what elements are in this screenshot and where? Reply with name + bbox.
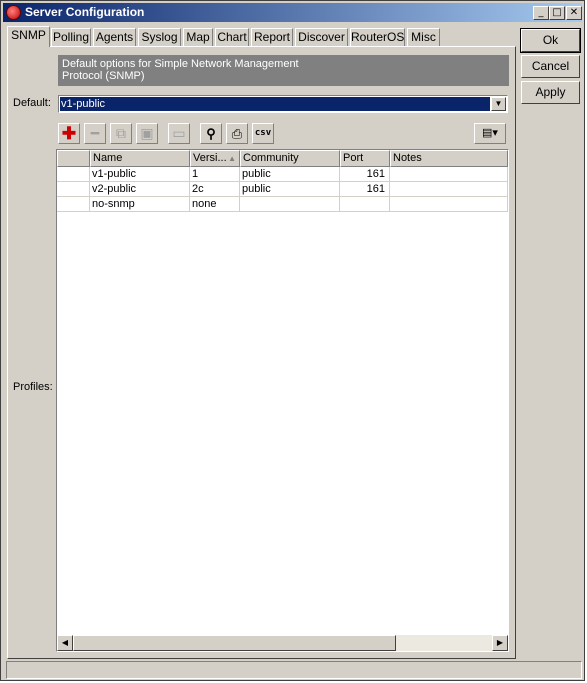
default-label: Default:	[13, 97, 51, 109]
version-cell[interactable]: 2c	[190, 182, 240, 197]
column-header-version[interactable]: Versi... ▲	[190, 150, 240, 167]
default-profile-value: v1-public	[60, 97, 490, 111]
port-cell[interactable]	[340, 197, 390, 212]
title-bar[interactable]: Server Configuration _ □ ✕	[3, 3, 582, 22]
tab-map[interactable]: Map	[183, 28, 213, 47]
scroll-right-icon[interactable]: ▶	[492, 635, 508, 651]
csv-export-button[interactable]: csv	[252, 123, 274, 144]
profiles-label: Profiles:	[13, 381, 53, 393]
close-button[interactable]: ✕	[566, 6, 582, 20]
row-selector-cell[interactable]	[57, 182, 90, 197]
find-binoculars-icon[interactable]: ⚲	[200, 123, 222, 144]
community-cell[interactable]: public	[240, 167, 340, 182]
remove-icon[interactable]: ━	[84, 123, 106, 144]
port-cell[interactable]: 161	[340, 167, 390, 182]
edit-comment-icon[interactable]: ▭	[168, 123, 190, 144]
column-header-notes[interactable]: Notes	[390, 150, 508, 167]
status-bar	[6, 661, 582, 679]
column-chooser-icon[interactable]: ▤▾	[474, 123, 506, 144]
version-cell[interactable]: none	[190, 197, 240, 212]
table-row[interactable]: v1-public 1 public 161	[57, 167, 508, 182]
tab-discover[interactable]: Discover	[295, 28, 348, 47]
name-cell[interactable]: v1-public	[90, 167, 190, 182]
tab-misc[interactable]: Misc	[407, 28, 440, 47]
version-header-text: Versi...	[193, 152, 227, 164]
paste-icon[interactable]: ▣	[136, 123, 158, 144]
column-header-port[interactable]: Port	[340, 150, 390, 167]
community-cell[interactable]: public	[240, 182, 340, 197]
scroll-left-icon[interactable]: ◀	[57, 635, 73, 651]
chevron-down-icon[interactable]: ▼	[491, 97, 506, 111]
cancel-button[interactable]: Cancel	[521, 55, 580, 78]
notes-cell[interactable]	[390, 197, 508, 212]
column-header-selector[interactable]	[57, 150, 90, 167]
add-icon[interactable]: ✚	[58, 123, 80, 144]
tab-report[interactable]: Report	[251, 28, 293, 47]
tab-snmp[interactable]: SNMP	[7, 26, 50, 47]
profiles-table: Name Versi... ▲ Community Port Notes v1-p…	[56, 149, 509, 652]
apply-button[interactable]: Apply	[521, 81, 580, 104]
column-header-name[interactable]: Name	[90, 150, 190, 167]
name-cell[interactable]: no-snmp	[90, 197, 190, 212]
row-selector-cell[interactable]	[57, 197, 90, 212]
description-banner: Default options for Simple Network Manag…	[58, 55, 509, 86]
tab-syslog[interactable]: Syslog	[138, 28, 181, 47]
port-cell[interactable]: 161	[340, 182, 390, 197]
notes-cell[interactable]	[390, 182, 508, 197]
tab-agents[interactable]: Agents	[93, 28, 136, 47]
tab-chart[interactable]: Chart	[215, 28, 249, 47]
column-header-community[interactable]: Community	[240, 150, 340, 167]
banner-line-1: Default options for Simple Network Manag…	[62, 58, 299, 70]
community-cell[interactable]	[240, 197, 340, 212]
server-configuration-window: Server Configuration _ □ ✕ SNMP Polling …	[0, 0, 585, 681]
row-selector-cell[interactable]	[57, 167, 90, 182]
maximize-button[interactable]: □	[549, 6, 565, 20]
app-icon	[6, 5, 21, 20]
copy-icon[interactable]: ⧉	[110, 123, 132, 144]
table-row[interactable]: no-snmp none	[57, 197, 508, 212]
default-profile-select[interactable]: v1-public ▼	[58, 95, 508, 113]
print-icon[interactable]: ⎙	[226, 123, 248, 144]
snmp-panel: Default options for Simple Network Manag…	[7, 46, 516, 659]
table-row[interactable]: v2-public 2c public 161	[57, 182, 508, 197]
tab-polling[interactable]: Polling	[51, 28, 91, 47]
banner-line-2: Protocol (SNMP)	[62, 70, 145, 82]
name-cell[interactable]: v2-public	[90, 182, 190, 197]
minimize-button[interactable]: _	[533, 6, 549, 20]
ok-button[interactable]: Ok	[520, 28, 581, 53]
scrollbar-thumb[interactable]	[73, 635, 396, 651]
version-cell[interactable]: 1	[190, 167, 240, 182]
horizontal-scrollbar[interactable]: ◀ ▶	[57, 635, 508, 651]
notes-cell[interactable]	[390, 167, 508, 182]
sort-ascending-icon: ▲	[228, 154, 236, 163]
tab-routeros[interactable]: RouterOS	[350, 28, 405, 47]
window-title: Server Configuration	[25, 5, 145, 19]
